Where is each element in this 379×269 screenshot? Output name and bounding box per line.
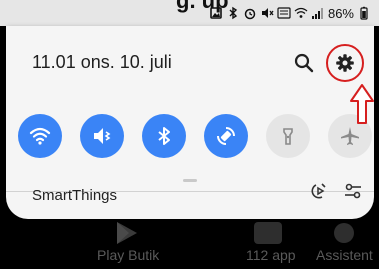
dock-label-112: 112 app [246,247,296,263]
media-output-icon[interactable] [308,180,330,202]
airplane-icon [341,127,359,145]
quick-settings-panel: 11.01 ons. 10. juli SmartThings [6,26,374,219]
dock-label-play: Play Butik [97,247,160,263]
dock-label-assistant: Assistent [316,247,373,263]
flashlight-icon [283,128,293,145]
smartthings-label[interactable]: SmartThings [32,187,117,204]
auto-rotate-toggle[interactable] [204,114,248,158]
wifi-status-icon [294,6,308,20]
quick-toggle-row [18,114,372,158]
bluetooth-status-icon [226,6,240,20]
vibrate-mute-icon [94,128,111,144]
battery-percentage: 86% [327,5,354,21]
rotate-icon [217,127,235,145]
gear-icon [336,54,354,72]
play-store-icon[interactable] [107,222,143,244]
volte-icon [277,6,291,20]
mute-icon [260,6,274,20]
battery-icon [357,6,371,20]
emergency-app-icon[interactable] [250,222,286,244]
wifi-toggle[interactable] [18,114,62,158]
panel-drag-handle[interactable] [183,179,197,182]
wifi-icon [29,127,51,145]
sliders-icon[interactable] [342,180,364,202]
alarm-icon [243,6,257,20]
red-up-arrow [350,84,374,124]
home-dock: Play Butik 112 app Assistent [0,222,379,269]
date-time: 11.01 ons. 10. juli [32,52,172,72]
panel-actions [292,44,364,82]
settings-button[interactable] [326,44,364,82]
status-bar: 86% [209,4,371,22]
footer-actions [308,180,364,202]
bluetooth-toggle[interactable] [142,114,186,158]
signal-icon [311,6,325,20]
image-icon [209,6,223,20]
search-icon[interactable] [292,51,316,75]
flashlight-toggle[interactable] [266,114,310,158]
sound-mode-toggle[interactable] [80,114,124,158]
assistant-icon[interactable] [326,222,362,244]
bluetooth-icon [158,127,170,145]
